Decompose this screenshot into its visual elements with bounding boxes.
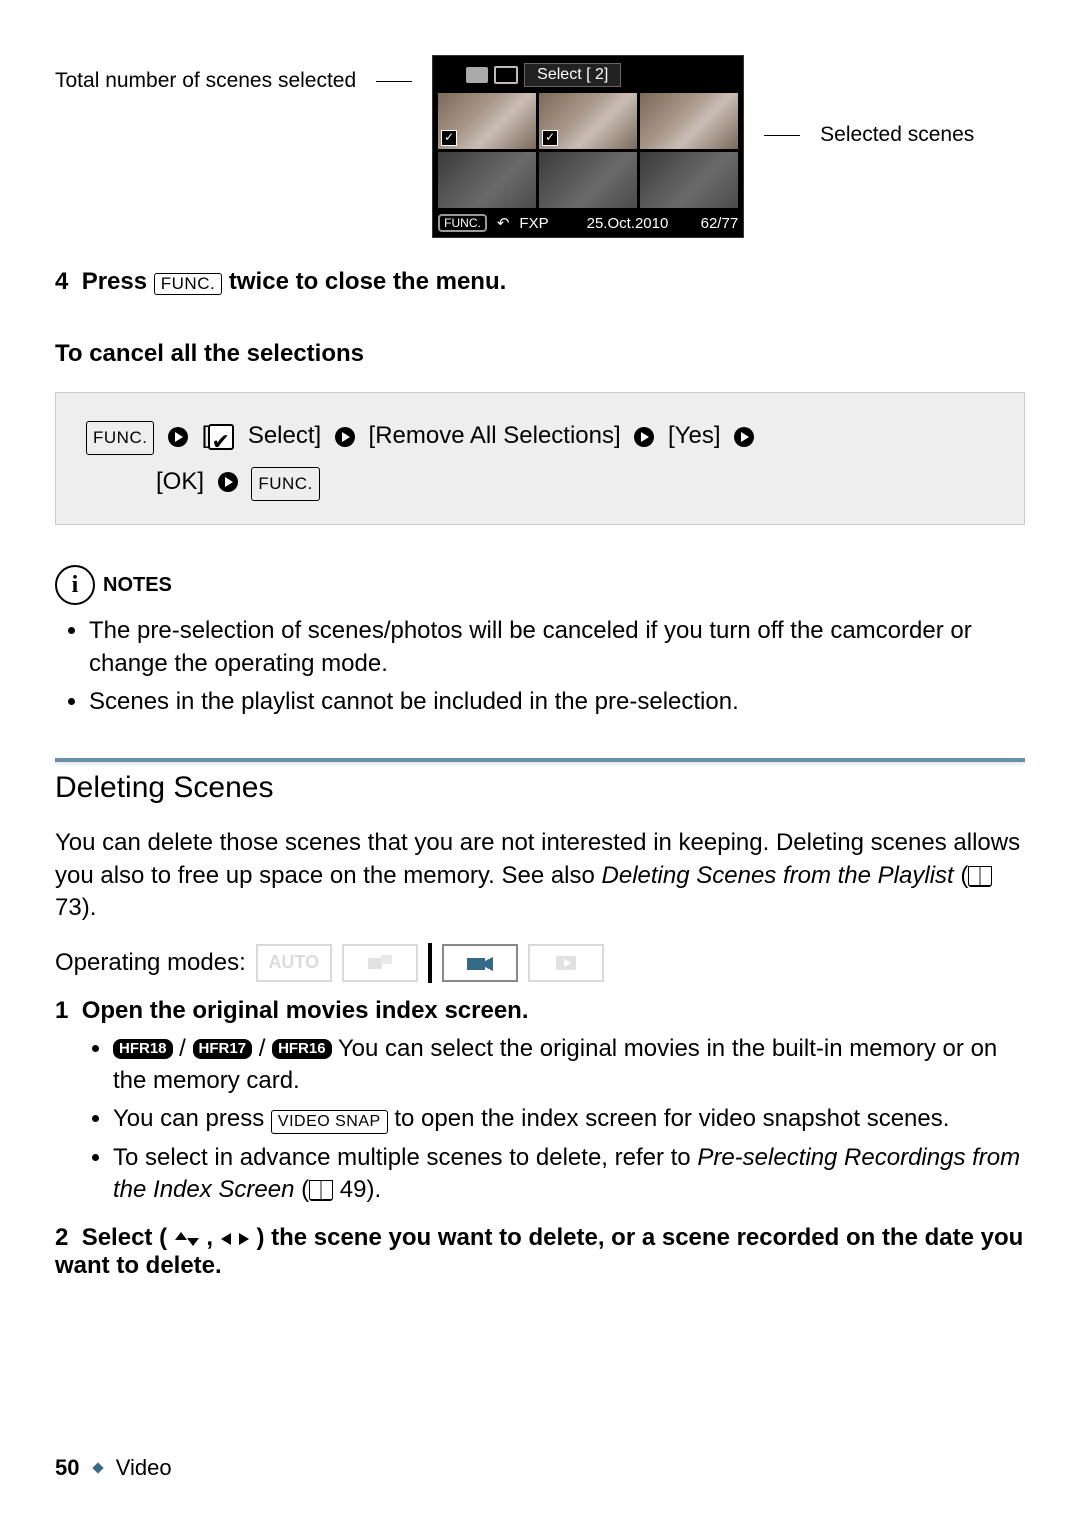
back-arrow-icon: ↶ <box>497 214 510 232</box>
step-lead: Press <box>82 268 147 295</box>
notes-heading: i NOTES <box>55 565 1025 605</box>
note-item: Scenes in the playlist cannot be include… <box>89 686 1025 718</box>
step-number: 1 <box>55 997 68 1024</box>
operating-modes-label: Operating modes: <box>55 949 246 977</box>
checkbox-icon: ✓ <box>441 130 457 146</box>
step-1: 1 Open the original movies index screen.… <box>55 997 1025 1207</box>
func-button[interactable]: FUNC. <box>154 273 222 295</box>
section-body: You can delete those scenes that you are… <box>55 827 1025 924</box>
thumb: ✓ <box>539 93 637 149</box>
callout-line <box>764 135 800 136</box>
up-down-icon <box>174 1224 200 1252</box>
section-divider <box>55 758 1025 761</box>
thumb <box>640 152 738 208</box>
arrow-icon <box>334 426 356 448</box>
page-footer: 50 Video <box>55 1455 172 1481</box>
cancel-sequence: FUNC. [ Select] [Remove All Selections] … <box>55 392 1025 525</box>
arrow-icon <box>217 471 239 493</box>
cancel-heading: To cancel all the selections <box>55 340 1025 368</box>
section-title: Deleting Scenes <box>55 771 1025 805</box>
thumb <box>640 93 738 149</box>
arrow-icon <box>733 426 755 448</box>
step-number: 4 <box>55 268 68 295</box>
bullet: To select in advance multiple scenes to … <box>113 1142 1025 1207</box>
func-badge: FUNC. <box>438 214 487 232</box>
mode-camera <box>442 944 518 982</box>
menu-select[interactable]: Select] <box>248 422 321 449</box>
note-item: The pre-selection of scenes/photos will … <box>89 615 1025 680</box>
book-icon <box>309 1180 333 1201</box>
diamond-icon <box>92 1462 103 1473</box>
callout-total-scenes: Total number of scenes selected <box>55 69 356 93</box>
step-4: 4 Press FUNC. twice to close the menu. <box>55 268 1025 296</box>
model-badge: HFR18 <box>113 1039 173 1059</box>
checkbox-icon: ✓ <box>542 130 558 146</box>
mode-auto: AUTO <box>256 944 332 982</box>
date-label: 25.Oct.2010 <box>587 215 669 232</box>
mode-dual <box>342 944 418 982</box>
operating-modes-row: Operating modes: AUTO <box>55 943 1025 983</box>
video-snap-button[interactable]: VIDEO SNAP <box>271 1110 388 1134</box>
step-2: 2 Select ( , ) the scene you want to del… <box>55 1224 1025 1280</box>
model-badge: HFR16 <box>272 1039 332 1059</box>
fxp-label: FXP <box>519 215 548 232</box>
step-rest: twice to close the menu. <box>229 268 506 295</box>
bullet: You can press VIDEO SNAP to open the ind… <box>113 1103 1025 1135</box>
footer-section: Video <box>116 1455 172 1480</box>
mode-separator <box>428 943 432 983</box>
left-right-icon <box>220 1224 250 1252</box>
count-label: 62/77 <box>701 215 739 232</box>
mode-play <box>528 944 604 982</box>
film-icon <box>494 66 518 84</box>
camcorder-screenshot: Select [ 2] ✓ ✓ FUNC. ↶ FXP 25.Oct.2010 … <box>432 55 744 238</box>
notes-list: The pre-selection of scenes/photos will … <box>69 615 1025 718</box>
figure-row: Total number of scenes selected Select [… <box>55 55 1025 238</box>
notes-label: NOTES <box>103 574 172 597</box>
thumb <box>438 152 536 208</box>
bullet: HFR18 / HFR17 / HFR16 You can select the… <box>113 1033 1025 1098</box>
step-head: Open the original movies index screen. <box>82 997 529 1024</box>
callout-line <box>376 81 412 82</box>
func-button[interactable]: FUNC. <box>251 467 319 501</box>
page-number: 50 <box>55 1455 79 1480</box>
step-number: 2 <box>55 1224 68 1251</box>
model-badge: HFR17 <box>193 1039 253 1059</box>
camera-icon <box>466 67 488 83</box>
callout-selected-scenes: Selected scenes <box>820 123 974 147</box>
book-icon <box>968 866 992 887</box>
func-button[interactable]: FUNC. <box>86 421 154 455</box>
screenshot-title: Select [ 2] <box>524 63 621 87</box>
info-icon: i <box>55 565 95 605</box>
checkbox-icon <box>208 424 234 450</box>
xref-playlist: Deleting Scenes from the Playlist <box>602 862 954 889</box>
arrow-icon <box>633 426 655 448</box>
thumb <box>539 152 637 208</box>
menu-remove-all[interactable]: [Remove All Selections] <box>369 422 621 449</box>
menu-yes[interactable]: [Yes] <box>668 422 721 449</box>
menu-ok[interactable]: [OK] <box>156 468 204 495</box>
thumb: ✓ <box>438 93 536 149</box>
arrow-icon <box>167 426 189 448</box>
